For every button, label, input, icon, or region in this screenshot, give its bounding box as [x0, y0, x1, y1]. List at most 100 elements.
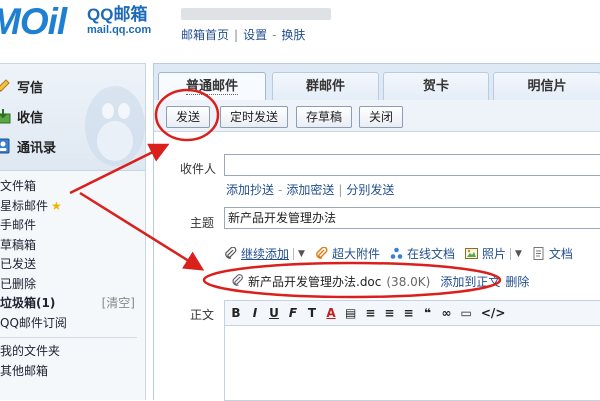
recipient-label: 收件人 — [180, 162, 217, 176]
inbox-button[interactable]: 收信 — [0, 104, 43, 128]
contacts-label: 通讯录 — [17, 140, 57, 156]
brand[interactable]: QQ邮箱 mail.qq.com — [87, 6, 151, 37]
subject-label: 主题 — [190, 216, 215, 230]
font-icon[interactable]: F — [288, 306, 298, 320]
compose-label: 写信 — [17, 80, 44, 96]
continue-add-label: 继续添加 — [241, 247, 290, 261]
online-doc-icon — [390, 247, 403, 260]
indent-icon[interactable]: ≡ — [403, 306, 413, 320]
folder-divider — [0, 337, 137, 338]
nav-separator: - — [272, 28, 277, 42]
sidebar-actions: 写信 收信 通讯录 — [0, 64, 145, 171]
underline-icon[interactable]: U — [269, 306, 279, 320]
folder-item-drafts[interactable]: 草稿箱 — [0, 236, 145, 256]
nav-mail-home[interactable]: 邮箱首页 — [181, 28, 229, 42]
sidebar: 写信 收信 通讯录 文件箱 星标邮件★ 手邮件 草稿箱 已发送 已删除 垃圾箱 — [0, 63, 146, 400]
attachment-filename: 新产品开发管理办法.doc — [248, 275, 382, 289]
photo-label: 照片 — [481, 247, 506, 261]
close-button[interactable]: 关闭 — [359, 106, 404, 128]
folder-label: 已发送 — [0, 257, 37, 271]
tab-postcard[interactable]: 明信片 — [493, 72, 600, 100]
penguin-watermark-icon — [85, 86, 145, 166]
align-icon[interactable]: ≡ — [365, 306, 375, 320]
photo-icon — [464, 247, 478, 260]
subject-input[interactable]: 新产品开发管理办法 — [224, 207, 600, 229]
tab-group-mail[interactable]: 群邮件 — [272, 72, 379, 100]
save-draft-button[interactable]: 存草稿 — [296, 106, 353, 128]
source-code-icon[interactable]: </> — [481, 306, 506, 320]
tab-label: 普通邮件 — [185, 79, 238, 95]
compose-toolbar: 发送 定时发送 存草稿 关闭 — [154, 100, 600, 132]
background-color-icon[interactable]: ▤ — [345, 306, 356, 320]
qq-mail-logo[interactable]: MOil — [0, 2, 82, 42]
folder-label: 已删除 — [0, 276, 37, 291]
italic-icon[interactable]: I — [250, 306, 260, 320]
folder-label: QQ邮件订阅 — [0, 315, 67, 330]
bold-icon[interactable]: B — [231, 306, 241, 320]
folder-item-deleted[interactable]: 已删除 — [0, 275, 145, 295]
font-color-icon[interactable]: A — [326, 306, 336, 320]
folder-item-mail[interactable]: 手邮件 — [0, 216, 145, 236]
chevron-down-icon[interactable]: ▼ — [298, 249, 305, 259]
nav-skin[interactable]: 换肤 — [281, 28, 305, 42]
folder-label: 星标邮件 — [0, 198, 49, 213]
nav-separator: | — [234, 28, 239, 42]
folder-item-subscriptions[interactable]: QQ邮件订阅 — [0, 314, 145, 334]
image-icon[interactable]: ▭ — [461, 306, 472, 320]
folder-label: 我的文件夹 — [0, 344, 61, 358]
large-attachment-button[interactable]: 超大附件 — [315, 245, 380, 262]
tab-label: 明信片 — [527, 79, 567, 94]
folder-label: 手邮件 — [0, 218, 37, 232]
document-label: 文档 — [548, 247, 573, 261]
link-icon[interactable]: ∞ — [442, 306, 452, 320]
nav-settings[interactable]: 设置 — [243, 28, 267, 42]
quote-icon[interactable]: ❝ — [423, 306, 433, 320]
compose-button[interactable]: 写信 — [0, 74, 43, 98]
folder-item-files[interactable]: 文件箱 — [0, 177, 145, 197]
list-icon[interactable]: ≡ — [384, 306, 394, 320]
recipient-input[interactable] — [224, 154, 600, 176]
add-cc-link[interactable]: 添加抄送 — [226, 183, 274, 197]
tab-normal-mail[interactable]: 普通邮件 — [158, 72, 266, 100]
paperclip-icon — [224, 246, 237, 260]
body-label: 正文 — [190, 308, 215, 322]
brand-url: mail.qq.com — [87, 24, 152, 36]
tab-label: 贺卡 — [422, 79, 449, 94]
online-doc-button[interactable]: 在线文档 — [390, 245, 455, 262]
clear-spam-link[interactable]: [清空] — [102, 294, 135, 314]
tab-greeting-card[interactable]: 贺卡 — [383, 72, 489, 100]
toolbar-separator — [293, 247, 295, 260]
compose-panel: 普通邮件 群邮件 贺卡 明信片 发送 定时发送 存草稿 关闭 收件人 添加抄送 -… — [153, 63, 600, 401]
attachment-size: (38.0K) — [386, 274, 431, 289]
folder-label: 垃圾箱(1) — [0, 296, 56, 310]
folder-label: 草稿箱 — [0, 237, 37, 252]
folder-item-my-folders[interactable]: 我的文件夹 — [0, 342, 145, 362]
font-size-icon[interactable]: T — [307, 306, 317, 320]
large-attachment-label: 超大附件 — [331, 247, 380, 261]
add-bcc-link[interactable]: 添加密送 — [286, 183, 334, 197]
online-doc-label: 在线文档 — [406, 247, 455, 261]
document-button[interactable]: 文档 — [532, 245, 573, 262]
scheduled-send-button[interactable]: 定时发送 — [220, 106, 289, 128]
folder-item-other-mailboxes[interactable]: 其他邮箱 — [0, 362, 145, 382]
folder-item-starred[interactable]: 星标邮件 ★ — [0, 197, 145, 217]
contacts-button[interactable]: 通讯录 — [0, 134, 56, 158]
folder-item-sent[interactable]: 已发送 — [0, 255, 145, 275]
header: MOil QQ邮箱 mail.qq.com 邮箱首页 | 设置-换肤 — [0, 0, 600, 58]
body-editor[interactable] — [224, 326, 600, 401]
attachment-item: 新产品开发管理办法.doc (38.0K) 添加到正文 删除 — [232, 273, 529, 290]
chevron-down-icon[interactable]: ▼ — [515, 249, 522, 259]
add-to-body-link[interactable]: 添加到正文 — [440, 273, 500, 290]
continue-add-attachment[interactable]: 继续添加 — [224, 245, 289, 262]
header-nav: 邮箱首页 | 设置 - 换肤 — [181, 26, 305, 43]
delete-attachment-link[interactable]: 删除 — [505, 273, 529, 290]
inbox-label: 收信 — [17, 110, 44, 126]
tab-label: 群邮件 — [305, 79, 345, 94]
folder-item-spam[interactable]: 垃圾箱(1) [清空] — [0, 294, 145, 314]
compose-tabs: 普通邮件 群邮件 贺卡 明信片 — [154, 64, 600, 100]
photo-button[interactable]: 照片 — [464, 245, 506, 262]
rich-text-toolbar: B I U F T A ▤ ≡ ≡ ≡ ❝ ∞ ▭ </> — [224, 300, 600, 326]
separate-send-link[interactable]: 分别发送 — [346, 183, 394, 197]
send-button[interactable]: 发送 — [166, 106, 211, 128]
pencil-icon — [0, 78, 11, 94]
